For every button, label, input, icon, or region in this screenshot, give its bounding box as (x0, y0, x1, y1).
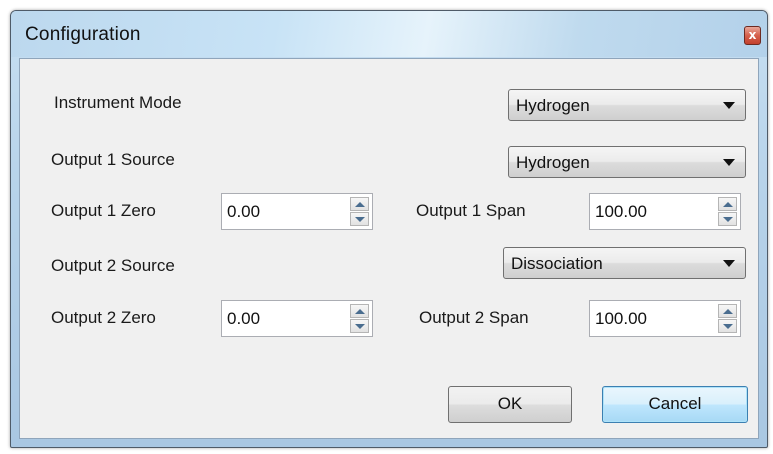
spin-up-icon[interactable] (718, 304, 737, 318)
dialog-body: Instrument Mode Hydrogen Output 1 Source… (19, 58, 759, 439)
instrument-mode-value: Hydrogen (516, 96, 590, 115)
cancel-button[interactable]: Cancel (602, 386, 748, 423)
output1-span-value: 100.00 (595, 202, 647, 221)
spin-down-icon[interactable] (718, 212, 737, 226)
output1-span-stepper[interactable]: 100.00 (589, 193, 741, 230)
output1-span-label: Output 1 Span (416, 201, 526, 220)
spin-down-icon[interactable] (718, 319, 737, 333)
chevron-down-icon (723, 159, 735, 166)
window-title: Configuration (25, 24, 141, 45)
instrument-mode-select[interactable]: Hydrogen (508, 89, 746, 121)
spin-up-icon[interactable] (718, 197, 737, 211)
output2-span-value: 100.00 (595, 309, 647, 328)
spin-up-icon[interactable] (350, 304, 369, 318)
instrument-mode-label: Instrument Mode (54, 93, 182, 112)
configuration-dialog: Configuration x Instrument Mode Hydrogen… (10, 10, 768, 448)
title-bar[interactable]: Configuration x (11, 11, 767, 57)
output1-source-value: Hydrogen (516, 153, 590, 172)
output1-zero-label: Output 1 Zero (51, 201, 156, 220)
spin-up-icon[interactable] (350, 197, 369, 211)
spin-down-icon[interactable] (350, 319, 369, 333)
chevron-down-icon (723, 102, 735, 109)
output2-zero-value: 0.00 (227, 309, 261, 328)
output2-source-value: Dissociation (511, 254, 603, 273)
output2-source-select[interactable]: Dissociation (503, 247, 746, 279)
spin-down-icon[interactable] (350, 212, 369, 226)
output2-span-stepper[interactable]: 100.00 (589, 300, 741, 337)
output1-source-label: Output 1 Source (51, 150, 175, 169)
chevron-down-icon (723, 260, 735, 267)
ok-button[interactable]: OK (448, 386, 572, 423)
output2-zero-stepper[interactable]: 0.00 (221, 300, 373, 337)
close-icon: x (748, 28, 757, 42)
output1-zero-stepper[interactable]: 0.00 (221, 193, 373, 230)
output2-source-label: Output 2 Source (51, 256, 175, 275)
output2-zero-label: Output 2 Zero (51, 308, 156, 327)
output2-span-label: Output 2 Span (419, 308, 529, 327)
output1-zero-value: 0.00 (227, 202, 261, 221)
close-button[interactable]: x (744, 26, 761, 45)
output1-source-select[interactable]: Hydrogen (508, 146, 746, 178)
